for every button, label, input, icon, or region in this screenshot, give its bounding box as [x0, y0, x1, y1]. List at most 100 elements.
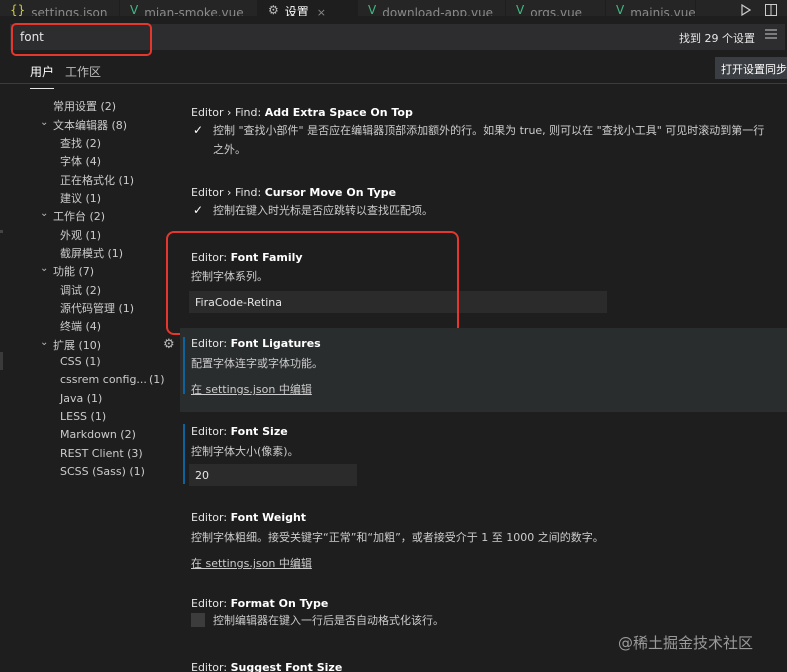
- edit-in-settings-json-link[interactable]: 在 settings.json 中编辑: [191, 381, 312, 397]
- run-icon[interactable]: [741, 4, 751, 16]
- toc-item-text-editor[interactable]: 文本编辑器 (8): [53, 117, 127, 133]
- setting-font-size: Editor: Font Size 控制字体大小(像素)。 20: [180, 418, 787, 488]
- setting-description: 控制在键入时光标是否应跳转以查找匹配项。: [213, 204, 433, 217]
- setting-description: 控制字体粗细。接受关键字“正常”和“加粗”，或者接受介于 1 至 1000 之间…: [191, 531, 604, 544]
- setting-font-ligatures: Editor: Font Ligatures 配置字体连字或字体功能。 在 se…: [180, 328, 787, 412]
- toc-item-workbench[interactable]: 工作台 (2): [53, 208, 105, 224]
- tab-orgs-vue[interactable]: V orgs.vue: [506, 0, 606, 16]
- toc-item-find[interactable]: 查找 (2): [60, 135, 101, 151]
- checkbox-checked-icon[interactable]: ✓: [191, 203, 205, 217]
- sidebar-edge-mark: [0, 230, 3, 233]
- chevron-down-icon[interactable]: ⌄: [40, 337, 48, 348]
- focus-indicator-bar: [183, 337, 185, 394]
- clear-filter-icon[interactable]: [765, 28, 777, 43]
- setting-name: Add Extra Space On Top: [264, 106, 413, 119]
- setting-name: Cursor Move On Type: [264, 186, 397, 199]
- setting-title: Editor: Font Ligatures: [191, 337, 321, 350]
- setting-category: Editor › Find:: [191, 106, 265, 119]
- font-size-input[interactable]: 20: [189, 464, 357, 486]
- toc-item-font[interactable]: 字体 (4): [60, 153, 101, 169]
- tab-settings-json[interactable]: {} settings.json: [0, 0, 120, 16]
- setting-category: Editor › Find:: [191, 186, 265, 199]
- setting-title: Editor: Font Size: [191, 425, 288, 438]
- toc-item-markdown[interactable]: Markdown (2): [60, 428, 136, 441]
- tab-label: 设置: [284, 5, 309, 16]
- setting-name: Font Weight: [230, 511, 307, 524]
- setting-category: Editor:: [191, 661, 231, 672]
- settings-file-icon: ⚙: [268, 3, 279, 16]
- font-family-highlight-box: [166, 231, 459, 335]
- toc-item-scm[interactable]: 源代码管理 (1): [60, 300, 134, 316]
- setting-name: Format On Type: [230, 597, 329, 610]
- settings-scope-bar: 用户 工作区 打开设置同步: [0, 56, 787, 89]
- tab-label: orgs.vue: [530, 6, 583, 16]
- tab-download-app-vue[interactable]: V download-app.vue: [358, 0, 506, 16]
- setting-category: Editor:: [191, 337, 231, 350]
- setting-font-weight: Editor: Font Weight 控制字体粗细。接受关键字“正常”和“加粗…: [180, 505, 787, 575]
- setting-description: 控制字体大小(像素)。: [191, 445, 299, 458]
- toc-item-css[interactable]: CSS (1): [60, 355, 101, 368]
- setting-description: 控制 "查找小部件" 是否应在编辑器顶部添加额外的行。如果为 true, 则可以…: [213, 124, 765, 156]
- watermark: @稀土掘金技术社区: [618, 634, 754, 652]
- setting-description: 配置字体连字或字体功能。: [191, 357, 323, 370]
- settings-sync-button[interactable]: 打开设置同步: [715, 57, 787, 79]
- tab-mainis-vue[interactable]: V mainis.vue: [606, 0, 696, 16]
- toc-item-screencast[interactable]: 截屏模式 (1): [60, 245, 123, 261]
- toc-item-features[interactable]: 功能 (7): [53, 263, 94, 279]
- vue-file-icon: V: [516, 3, 525, 16]
- modified-indicator-bar: [183, 424, 185, 484]
- setting-title: Editor: Font Weight: [191, 511, 306, 524]
- json-file-icon: {}: [10, 3, 26, 16]
- setting-title: Editor: Format On Type: [191, 597, 328, 610]
- setting-title: Editor: Suggest Font Size: [191, 661, 342, 672]
- setting-category: Editor:: [191, 511, 231, 524]
- checkbox-unchecked-icon[interactable]: [191, 613, 205, 627]
- editor-tab-bar: {} settings.json V mian-smoke.vue ⚙ 设置 ×…: [0, 0, 787, 16]
- toc-item-rest-client[interactable]: REST Client (3): [60, 447, 143, 460]
- setting-suggest-font-size: Editor: Suggest Font Size: [180, 655, 787, 672]
- toc-item-suggestions[interactable]: 建议 (1): [60, 190, 101, 206]
- gear-icon[interactable]: ⚙: [163, 337, 175, 352]
- toc-item-debug[interactable]: 调试 (2): [60, 282, 101, 298]
- setting-category: Editor:: [191, 597, 231, 610]
- tab-label: mian-smoke.vue: [144, 6, 244, 16]
- setting-title: Editor › Find: Cursor Move On Type: [191, 186, 396, 199]
- split-editor-icon[interactable]: [765, 4, 777, 16]
- tab-label: settings.json: [31, 6, 108, 16]
- setting-checkbox-row: 控制编辑器在键入一行后是否自动格式化该行。: [191, 611, 771, 630]
- chevron-down-icon[interactable]: ⌄: [40, 208, 48, 219]
- tab-workspace-settings[interactable]: 工作区: [65, 63, 101, 80]
- setting-description: 控制编辑器在键入一行后是否自动格式化该行。: [213, 614, 444, 627]
- setting-checkbox-row: ✓ 控制 "查找小部件" 是否应在编辑器顶部添加额外的行。如果为 true, 则…: [191, 121, 771, 159]
- toc-item-extensions[interactable]: 扩展 (10): [53, 337, 101, 353]
- toc-item-scss[interactable]: SCSS (Sass) (1): [60, 465, 145, 478]
- toc-item-less[interactable]: LESS (1): [60, 410, 106, 423]
- tab-label: download-app.vue: [382, 6, 494, 16]
- tab-mian-smoke-vue[interactable]: V mian-smoke.vue: [120, 0, 258, 16]
- toc-item-common[interactable]: 常用设置 (2): [53, 98, 116, 114]
- toc-item-cssrem[interactable]: cssrem config...: [60, 373, 147, 386]
- edit-in-settings-json-link[interactable]: 在 settings.json 中编辑: [191, 555, 312, 571]
- vue-file-icon: V: [616, 3, 625, 16]
- chevron-down-icon[interactable]: ⌄: [40, 117, 48, 128]
- vue-file-icon: V: [130, 3, 139, 16]
- setting-name: Suggest Font Size: [230, 661, 343, 672]
- checkbox-checked-icon[interactable]: ✓: [191, 123, 205, 137]
- setting-name: Font Size: [230, 425, 288, 438]
- chevron-down-icon[interactable]: ⌄: [40, 263, 48, 274]
- tab-actions: [741, 0, 787, 16]
- toc-item-terminal[interactable]: 终端 (4): [60, 318, 101, 334]
- setting-category: Editor:: [191, 425, 231, 438]
- setting-name: Font Ligatures: [230, 337, 321, 350]
- tab-user-settings[interactable]: 用户: [30, 63, 55, 89]
- search-highlight-box: [11, 23, 152, 56]
- setting-find-cursor-move: Editor › Find: Cursor Move On Type ✓ 控制在…: [180, 180, 787, 230]
- search-result-count: 找到 29 个设置: [679, 32, 755, 45]
- toc-item-appearance[interactable]: 外观 (1): [60, 227, 101, 243]
- toc-item-java[interactable]: Java (1): [60, 392, 102, 405]
- close-icon[interactable]: ×: [317, 6, 326, 16]
- toc-item-formatting[interactable]: 正在格式化 (1): [60, 172, 134, 188]
- sidebar-edge-mark: [0, 352, 3, 370]
- setting-find-add-extra-space: Editor › Find: Add Extra Space On Top ✓ …: [180, 100, 787, 170]
- tab-settings[interactable]: ⚙ 设置 ×: [258, 0, 358, 16]
